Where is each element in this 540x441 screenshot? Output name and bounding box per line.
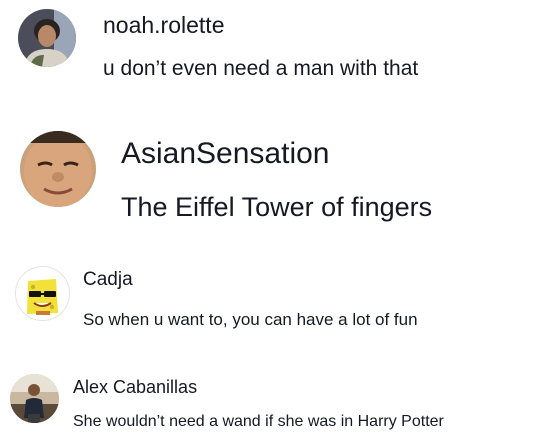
comment-text: u don’t even need a man with that — [103, 57, 419, 80]
comment-username[interactable]: AsianSensation — [121, 137, 329, 171]
comment-item: AsianSensation The Eiffel Tower of finge… — [0, 115, 540, 235]
comment-text: So when u want to, you can have a lot of… — [83, 310, 418, 329]
user-avatar-photo-icon — [18, 9, 76, 67]
comment-username[interactable]: noah.rolette — [103, 12, 224, 39]
comment-text: She wouldn’t need a wand if she was in H… — [73, 413, 444, 430]
avatar[interactable] — [15, 266, 70, 321]
avatar[interactable] — [10, 374, 59, 423]
user-avatar-photo-icon — [20, 131, 96, 207]
comment-text: The Eiffel Tower of fingers — [121, 192, 433, 222]
spongebob-avatar-icon — [16, 267, 69, 320]
avatar[interactable] — [18, 9, 76, 67]
user-avatar-photo-icon — [10, 374, 59, 423]
comment-item: Alex Cabanillas She wouldn’t need a wand… — [0, 360, 540, 441]
avatar[interactable] — [20, 131, 96, 207]
comment-item: noah.rolette u don’t even need a man wit… — [0, 0, 540, 110]
comment-username[interactable]: Cadja — [83, 269, 133, 291]
comment-username[interactable]: Alex Cabanillas — [73, 377, 197, 398]
comment-item: Cadja So when u want to, you can have a … — [0, 250, 540, 350]
